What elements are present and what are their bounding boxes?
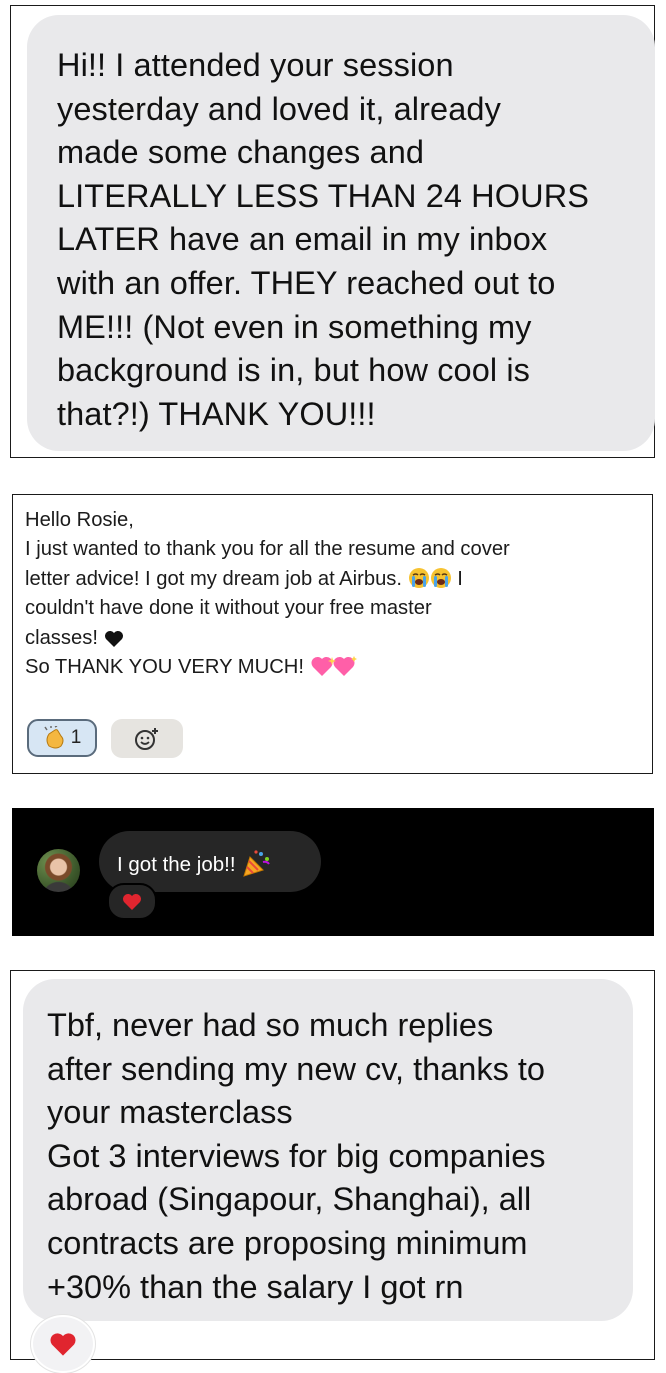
message-line: abroad (Singapour, Shanghai), all bbox=[47, 1181, 532, 1218]
message-line: Tbf, never had so much replies bbox=[47, 1007, 494, 1043]
heart-reaction[interactable] bbox=[31, 1315, 95, 1373]
message-line: that?!) THANK YOU!!! bbox=[57, 395, 376, 432]
clapping-hands-icon bbox=[44, 726, 64, 749]
clap-reaction-button[interactable]: 1 bbox=[27, 719, 97, 757]
testimonial-card-1: Hi!! I attended your session yesterday a… bbox=[10, 5, 655, 458]
message-line: contracts are proposing minimum bbox=[47, 1224, 528, 1261]
message-line: So THANK YOU VERY MUCH! bbox=[25, 653, 650, 682]
testimonial-card-3: I got the job!! bbox=[12, 808, 654, 936]
message-line-end: I bbox=[457, 567, 463, 590]
message-line-text: So THANK YOU VERY MUCH! bbox=[25, 656, 304, 679]
black-heart-icon bbox=[104, 630, 123, 647]
avatar bbox=[37, 849, 80, 892]
message-line: yesterday and loved it, already bbox=[57, 90, 501, 127]
message-line: letter advice! I got my dream job at Air… bbox=[25, 565, 650, 594]
crying-face-icon bbox=[408, 567, 451, 588]
message-bubble: Hi!! I attended your session yesterday a… bbox=[27, 15, 655, 451]
message-line-text: letter advice! I got my dream job at Air… bbox=[25, 567, 403, 590]
reaction-count: 1 bbox=[70, 727, 82, 748]
red-heart-icon bbox=[50, 1332, 76, 1356]
message-line: classes! bbox=[25, 624, 650, 653]
message-greeting: Hello Rosie, bbox=[25, 509, 134, 531]
message-line: Got 3 interviews for big companies bbox=[47, 1137, 546, 1174]
message-line: made some changes and bbox=[57, 134, 425, 171]
message-line: ME!!! (Not even in something my bbox=[57, 308, 532, 345]
message-line: Hi!! I attended your session bbox=[57, 47, 454, 83]
testimonial-card-4: Tbf, never had so much replies after sen… bbox=[10, 970, 655, 1373]
message-line: +30% than the salary I got rn bbox=[47, 1268, 464, 1305]
message-line: your masterclass bbox=[47, 1094, 293, 1131]
red-heart-icon bbox=[123, 893, 141, 910]
message-line: LITERALLY LESS THAN 24 HOURS bbox=[57, 177, 590, 214]
message-line: after sending my new cv, thanks to bbox=[47, 1050, 545, 1087]
party-popper-icon bbox=[243, 850, 271, 877]
heart-reaction[interactable] bbox=[107, 883, 157, 920]
message-line: with an offer. THEY reached out to bbox=[57, 264, 556, 301]
message-text: I got the job!! bbox=[117, 853, 236, 876]
message-bubble: Tbf, never had so much replies after sen… bbox=[23, 979, 633, 1321]
message-line: background is in, but how cool is bbox=[57, 352, 531, 389]
message-line: LATER have an email in my inbox bbox=[57, 221, 548, 258]
sparkling-heart-icon bbox=[311, 656, 357, 677]
message-line-text: classes! bbox=[25, 626, 98, 649]
add-reaction-button[interactable] bbox=[111, 719, 183, 758]
add-reaction-icon bbox=[135, 727, 158, 750]
testimonial-card-2: Hello Rosie, I just wanted to thank you … bbox=[12, 494, 653, 774]
message-line: couldn't have done it without your free … bbox=[25, 597, 432, 620]
message-text: Hello Rosie, I just wanted to thank you … bbox=[25, 506, 650, 682]
message-line: I just wanted to thank you for all the r… bbox=[25, 538, 510, 561]
